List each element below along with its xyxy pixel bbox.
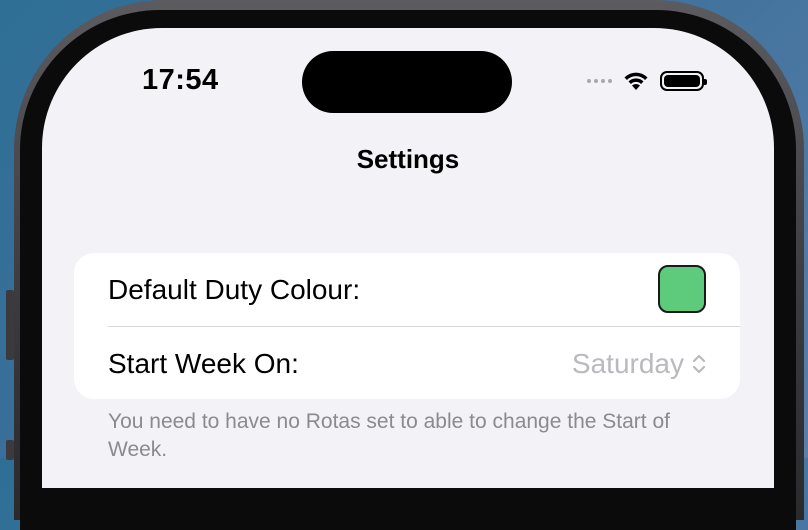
page-title: Settings (356, 144, 460, 174)
start-week-picker-value: Saturday (571, 347, 684, 379)
settings-group: Default Duty Colour: Start Week On: Satu… (74, 253, 740, 399)
battery-icon (660, 71, 707, 91)
phone-screen: 17:54 Settings Default Duty Colour: Star… (42, 28, 774, 488)
status-icons (587, 68, 707, 94)
wifi-icon (624, 72, 648, 90)
default-duty-colour-label: Default Duty Colour: (108, 273, 361, 305)
start-week-picker[interactable]: Saturday (572, 348, 706, 380)
start-week-on-label: Start Week On: (108, 347, 299, 379)
up-down-chevron-icon (692, 354, 706, 373)
cellular-signal-icon (587, 79, 612, 83)
device-side-button (6, 440, 14, 460)
device-side-button (6, 290, 14, 360)
dynamic-island (302, 51, 512, 113)
color-picker-swatch[interactable] (658, 265, 706, 313)
default-duty-colour-row: Default Duty Colour: (74, 253, 740, 326)
start-of-week-footer-note: You need to have no Rotas set to able to… (108, 410, 670, 461)
status-time: 17:54 (142, 64, 219, 96)
start-week-on-row[interactable]: Start Week On: Saturday (74, 327, 740, 400)
